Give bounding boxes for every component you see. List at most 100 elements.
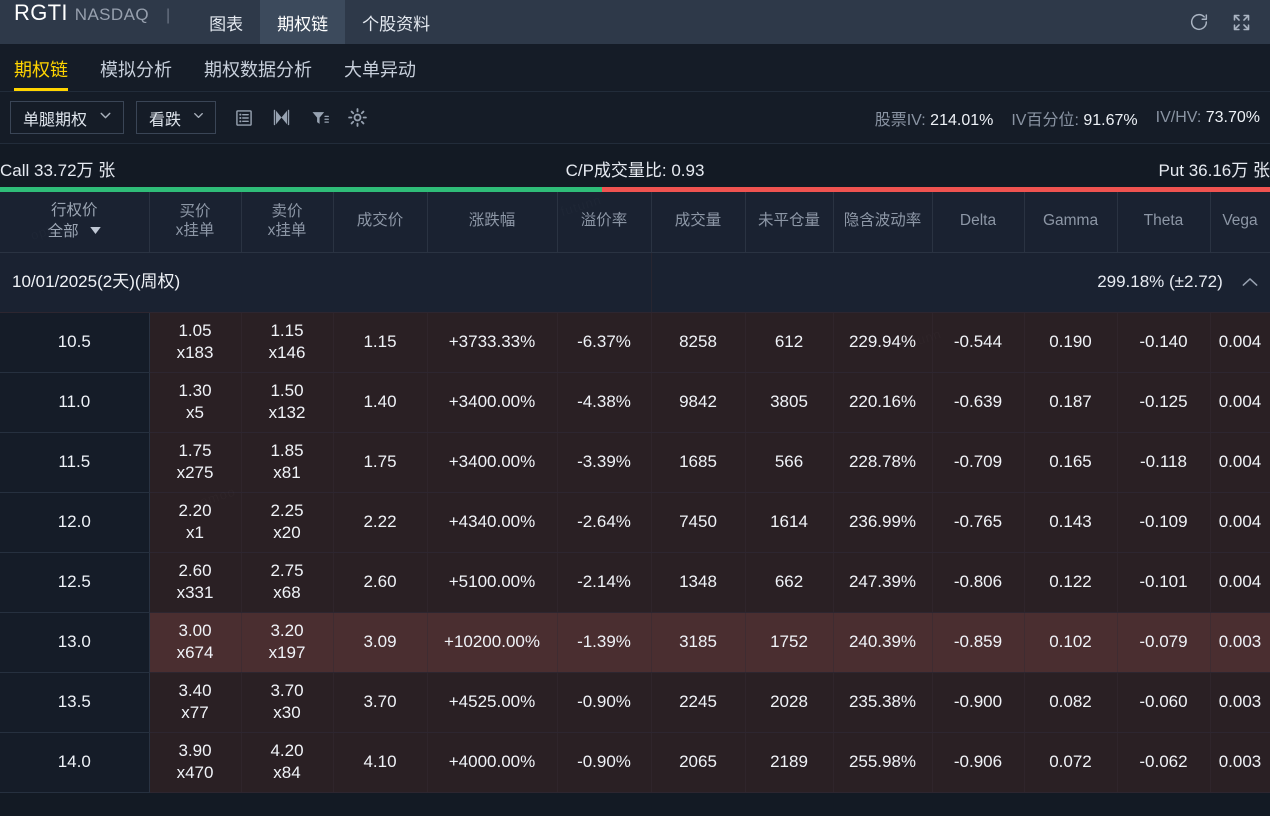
- expiry-group-row[interactable]: 10/01/2025(2天)(周权) 299.18% (±2.72): [0, 251, 1270, 313]
- cell-gamma: 0.187: [1024, 372, 1118, 433]
- cell-iv: 229.94%: [833, 312, 933, 373]
- ticker-block: RGTI NASDAQ |: [0, 0, 170, 44]
- stat-iv-hv-value: 73.70%: [1205, 108, 1260, 126]
- cell-vega: 0.004: [1210, 492, 1270, 553]
- cell-iv: 255.98%: [833, 732, 933, 793]
- cell-theta: -0.079: [1117, 612, 1211, 673]
- top-nav-item-option-chain[interactable]: 期权链: [260, 0, 346, 44]
- cell-bid-size: x5: [186, 403, 204, 422]
- column-header-volume[interactable]: 成交量: [651, 192, 746, 253]
- column-header-vega[interactable]: Vega: [1210, 192, 1270, 253]
- cell-last: 3.09: [333, 612, 428, 673]
- cell-last: 1.40: [333, 372, 428, 433]
- column-header-last[interactable]: 成交价: [333, 192, 428, 253]
- table-row[interactable]: 13.5 3.40 x77 3.70 x30 3.70 +4525.00% -0.9…: [0, 672, 1270, 733]
- cell-change: +10200.00%: [427, 612, 558, 673]
- cell-premium: -3.39%: [557, 432, 652, 493]
- cell-bid: 1.75 x275: [149, 432, 242, 493]
- column-header-premium[interactable]: 溢价率: [557, 192, 652, 253]
- cell-last: 1.15: [333, 312, 428, 373]
- subnav-item-sim-analysis[interactable]: 模拟分析: [100, 56, 188, 91]
- cell-volume: 1348: [651, 552, 746, 613]
- table-row[interactable]: 11.0 1.30 x5 1.50 x132 1.40 +3400.00% -4.3…: [0, 372, 1270, 433]
- stat-iv-percentile-label: IV百分位:: [1011, 111, 1079, 129]
- cell-open-interest: 1614: [745, 492, 834, 553]
- cell-gamma: 0.102: [1024, 612, 1118, 673]
- cell-bid: 1.05 x183: [149, 312, 242, 373]
- cell-change: +4525.00%: [427, 672, 558, 733]
- cell-strike: 12.0: [0, 492, 150, 553]
- cell-strike: 12.5: [0, 552, 150, 613]
- cell-bid: 3.90 x470: [149, 732, 242, 793]
- stat-iv-percentile-value: 91.67%: [1083, 111, 1138, 129]
- cell-volume: 2245: [651, 672, 746, 733]
- column-header-iv[interactable]: 隐含波动率: [833, 192, 933, 253]
- subnav-item-block-trades[interactable]: 大单异动: [344, 56, 432, 91]
- chevron-down-icon[interactable]: [90, 221, 101, 240]
- cell-volume: 1685: [651, 432, 746, 493]
- cell-ask: 2.25 x20: [241, 492, 334, 553]
- table-row[interactable]: 14.0 3.90 x470 4.20 x84 4.10 +4000.00% -0.…: [0, 732, 1270, 793]
- cell-ask: 3.70 x30: [241, 672, 334, 733]
- cell-premium: -4.38%: [557, 372, 652, 433]
- chevron-down-icon: [191, 108, 206, 128]
- column-header-bid-line2: x挂单: [175, 221, 215, 239]
- direction-select[interactable]: 看跌: [136, 101, 217, 134]
- cp-ratio-label: C/P成交量比: 0.93: [565, 161, 705, 180]
- strategy-select[interactable]: 单腿期权: [10, 101, 125, 134]
- chevron-up-icon[interactable]: [1242, 271, 1258, 293]
- cell-bid-price: 2.60: [178, 561, 212, 581]
- expiry-group-right: 299.18% (±2.72): [651, 251, 1270, 313]
- subnav-item-data-analysis[interactable]: 期权数据分析: [204, 56, 328, 91]
- cell-volume: 9842: [651, 372, 746, 433]
- subnav-item-option-chain[interactable]: 期权链: [14, 56, 84, 91]
- cell-delta: -0.765: [932, 492, 1025, 553]
- column-header-change[interactable]: 涨跌幅: [427, 192, 558, 253]
- fullscreen-icon[interactable]: [1228, 9, 1254, 35]
- filter-icon[interactable]: [308, 106, 331, 129]
- cell-strike: 11.0: [0, 372, 150, 433]
- gear-icon[interactable]: [346, 106, 369, 129]
- cell-vega: 0.003: [1210, 612, 1270, 673]
- cell-ask-price: 1.85: [270, 441, 304, 461]
- cell-ask-size: x81: [273, 463, 301, 482]
- table-row[interactable]: 10.5 1.05 x183 1.15 x146 1.15 +3733.33% -6…: [0, 312, 1270, 373]
- ticker-exchange: NASDAQ: [74, 5, 149, 24]
- expiry-group-iv-range: 299.18% (±2.72): [1097, 272, 1223, 292]
- cell-bid: 2.60 x331: [149, 552, 242, 613]
- cell-iv: 236.99%: [833, 492, 933, 553]
- column-header-theta[interactable]: Theta: [1117, 192, 1211, 253]
- cell-open-interest: 1752: [745, 612, 834, 673]
- column-header-strike-filter[interactable]: 全部: [2, 221, 147, 242]
- column-header-open-interest[interactable]: 未平仓量: [745, 192, 834, 253]
- cell-ask-size: x84: [273, 763, 301, 782]
- table-row[interactable]: 12.0 2.20 x1 2.25 x20 2.22 +4340.00% -2.64…: [0, 492, 1270, 553]
- column-header-bid[interactable]: 买价 x挂单: [149, 192, 242, 253]
- top-nav-item-stock-info[interactable]: 个股资料: [345, 0, 447, 44]
- table-row[interactable]: 13.0 3.00 x674 3.20 x197 3.09 +10200.00% -…: [0, 612, 1270, 673]
- put-volume-label: Put 36.16万 张: [1158, 161, 1270, 180]
- column-header-bid-line1: 买价: [179, 202, 211, 220]
- table-row[interactable]: 12.5 2.60 x331 2.75 x68 2.60 +5100.00% -2.…: [0, 552, 1270, 613]
- list-icon[interactable]: [232, 106, 255, 129]
- cell-bid: 3.40 x77: [149, 672, 242, 733]
- top-actions: [1186, 0, 1270, 44]
- top-bar: RGTI NASDAQ | 图表 期权链 个股资料: [0, 0, 1270, 44]
- column-header-strike[interactable]: 行权价 全部: [0, 192, 150, 253]
- cell-vega: 0.004: [1210, 432, 1270, 493]
- cell-iv: 240.39%: [833, 612, 933, 673]
- cell-bid-size: x470: [176, 763, 214, 782]
- cell-strike: 10.5: [0, 312, 150, 373]
- top-nav-item-chart[interactable]: 图表: [192, 0, 260, 44]
- cell-bid-size: x1: [186, 523, 204, 542]
- mirror-icon[interactable]: [270, 106, 293, 129]
- call-put-volume-bar: Call 33.72万 张 C/P成交量比: 0.93 Put 36.16万 张: [0, 144, 1270, 192]
- column-header-gamma[interactable]: Gamma: [1024, 192, 1118, 253]
- cell-vega: 0.004: [1210, 372, 1270, 433]
- column-header-ask[interactable]: 卖价 x挂单: [241, 192, 334, 253]
- cell-bid-price: 3.90: [178, 741, 212, 761]
- column-header-delta[interactable]: Delta: [932, 192, 1025, 253]
- table-row[interactable]: 11.5 1.75 x275 1.85 x81 1.75 +3400.00% -3.…: [0, 432, 1270, 493]
- cell-bid-price: 1.30: [178, 381, 212, 401]
- refresh-icon[interactable]: [1186, 9, 1212, 35]
